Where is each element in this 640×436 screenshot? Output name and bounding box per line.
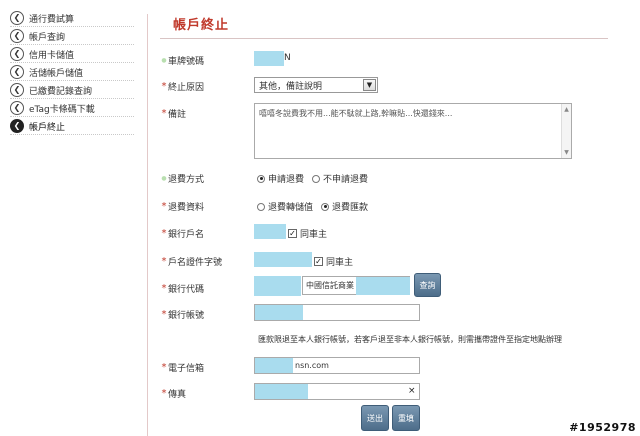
sidebar: ❮ 通行費試算 ❮ 帳戶查詢 ❮ 信用卡儲值 ❮ 活儲帳戶儲值 ❮ 已繳費記錄查… (0, 0, 140, 436)
sidebar-item-label: 活儲帳戶儲值 (29, 68, 84, 79)
note-label: * 備註 (161, 108, 187, 120)
redacted-account-name (254, 224, 286, 239)
redacted-bank-account (255, 305, 303, 320)
account-name-same-owner[interactable]: ✓ 同車主 (288, 227, 327, 240)
required-icon: * (161, 201, 167, 212)
scroll-up-icon[interactable]: ▲ (564, 106, 569, 113)
refund-info-group: 退費轉儲值 退費匯款 (257, 200, 376, 213)
checkbox-checked-icon[interactable]: ✓ (288, 229, 297, 238)
chevron-left-icon: ❮ (10, 65, 24, 79)
refund-to-balance-option[interactable]: 退費轉儲值 (257, 200, 313, 213)
reset-button[interactable]: 重填 (392, 405, 420, 431)
sidebar-item-label: 通行費試算 (29, 14, 75, 25)
chevron-left-icon: ❮ (10, 83, 24, 97)
required-icon: * (161, 388, 167, 399)
refund-method-label: ● 退費方式 (161, 175, 205, 185)
chevron-left-icon: ❮ (10, 29, 24, 43)
scroll-down-icon[interactable]: ▼ (564, 149, 569, 156)
radio-button[interactable] (312, 174, 321, 183)
required-icon: * (161, 362, 167, 373)
chevron-left-icon: ❮ (10, 11, 24, 25)
sidebar-item-label: 信用卡儲值 (29, 50, 75, 61)
required-icon: * (161, 81, 167, 92)
required-icon: * (161, 228, 167, 239)
note-textarea[interactable]: 嘻嘻冬說費我不用...能不駄就上路,幹嘛貼...快還錢來... ▲ ▼ (254, 103, 572, 159)
note-text: 嘻嘻冬說費我不用...能不駄就上路,幹嘛貼...快還錢來... (259, 109, 453, 118)
radio-button[interactable] (257, 202, 265, 211)
id-number-label: * 戶名證件字號 (161, 256, 223, 268)
required-icon: * (161, 108, 167, 119)
refund-info-label: * 退費資料 (161, 201, 205, 213)
sidebar-item-label: 帳戶終止 (29, 122, 66, 133)
plate-value-suffix: N (284, 53, 291, 63)
chevron-down-icon: ▼ (363, 79, 376, 91)
sidebar-item-label: 已繳費記錄查詢 (29, 86, 93, 97)
redacted-email (255, 358, 293, 373)
redacted-bank-branch (356, 277, 410, 295)
required-icon: * (161, 283, 167, 294)
sidebar-item-etag-barcode[interactable]: ❮ eTag卡條碼下載 (10, 100, 134, 117)
remittance-notice: 匯款限退至本人銀行帳號，若客戶退至非本人銀行帳號，則需攜帶證件至指定地點辦理 (258, 335, 562, 344)
query-button[interactable]: 查詢 (414, 273, 441, 297)
sidebar-item-label: eTag卡條碼下載 (29, 104, 95, 115)
redacted-fax (255, 384, 308, 399)
account-name-label: * 銀行戶名 (161, 228, 205, 240)
sidebar-item-account-inquiry[interactable]: ❮ 帳戶查詢 (10, 28, 134, 45)
sidebar-item-credit-card-topup[interactable]: ❮ 信用卡儲值 (10, 46, 134, 63)
chevron-left-icon: ❮ (10, 101, 24, 115)
sidebar-item-account-termination[interactable]: ❮ 帳戶終止 (10, 118, 134, 135)
sidebar-item-savings-topup[interactable]: ❮ 活儲帳戶儲值 (10, 64, 134, 81)
redacted-id-number (254, 252, 312, 267)
required-icon: * (161, 256, 167, 267)
radio-button[interactable] (257, 174, 265, 183)
watermark: #1952978 (569, 421, 636, 434)
bank-account-label: * 銀行帳號 (161, 309, 205, 321)
reason-selected: 其他，備註說明 (259, 81, 323, 92)
email-value-suffix: nsn.com (295, 361, 329, 370)
email-label: * 電子信箱 (161, 362, 205, 374)
sidebar-item-label: 帳戶查詢 (29, 32, 66, 43)
chevron-left-icon: ❮ (10, 47, 24, 61)
reason-label: * 終止原因 (161, 81, 205, 93)
refund-method-group: 申請退費 不申請退費 (257, 172, 376, 185)
bank-name-value: 中國信託商業 (306, 281, 354, 290)
bank-code-label: * 銀行代碼 (161, 283, 205, 295)
reason-select[interactable]: 其他，備註說明 ▼ (254, 77, 378, 93)
redacted-bank-code (254, 276, 301, 296)
bullet-icon: ● (161, 57, 167, 64)
divider (160, 38, 608, 39)
redacted-plate (254, 51, 284, 66)
refund-apply-option[interactable]: 申請退費 (257, 172, 304, 185)
refund-no-apply-option[interactable]: 不申請退費 (312, 172, 368, 185)
fax-label: * 傳真 (161, 388, 187, 400)
radio-button[interactable] (321, 202, 330, 211)
required-icon: * (161, 309, 167, 320)
divider (147, 14, 148, 436)
refund-remit-option[interactable]: 退費匯款 (321, 200, 368, 213)
sidebar-item-payment-history[interactable]: ❮ 已繳費記錄查詢 (10, 82, 134, 99)
chevron-left-icon: ❮ (10, 119, 24, 133)
bullet-icon: ● (161, 175, 167, 182)
checkbox-checked-icon[interactable]: ✓ (314, 257, 323, 266)
plate-label: ● 車牌號碼 (161, 57, 205, 67)
page-title: 帳戶終止 (173, 18, 230, 33)
id-number-same-owner[interactable]: ✓ 同車主 (314, 255, 353, 268)
submit-button[interactable]: 送出 (361, 405, 389, 431)
scrollbar[interactable]: ▲ ▼ (561, 104, 571, 158)
clear-icon[interactable]: × (408, 386, 416, 396)
sidebar-item-toll-calculator[interactable]: ❮ 通行費試算 (10, 10, 134, 27)
